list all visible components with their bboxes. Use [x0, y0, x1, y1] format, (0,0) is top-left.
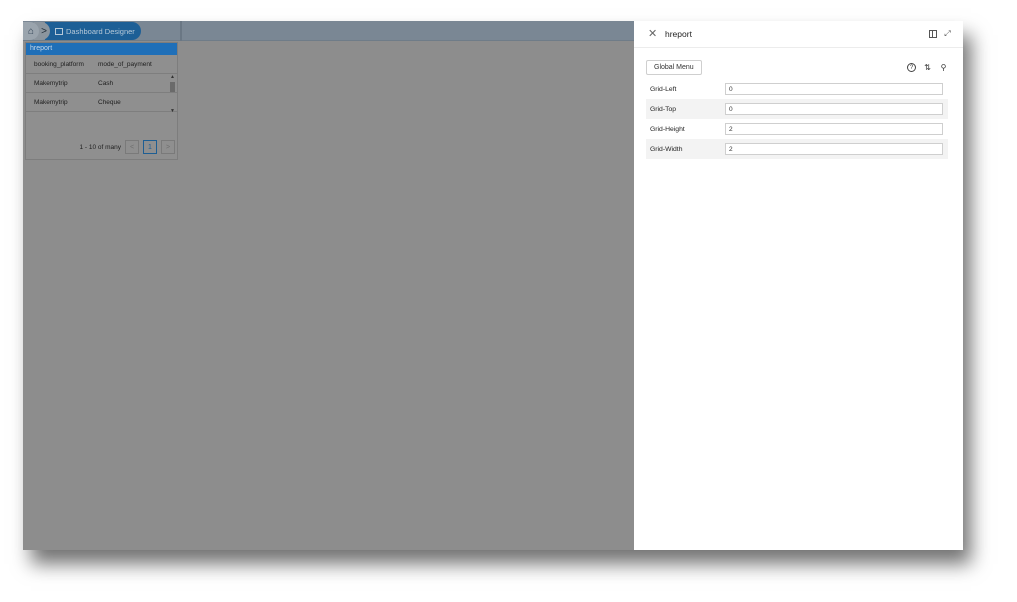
app-window: ⌂ > Dashboard Designer hreport booking_p… [23, 21, 963, 550]
help-icon[interactable]: ? [907, 63, 916, 72]
property-row-grid-left: Grid-Left [646, 79, 948, 99]
scroll-up-icon[interactable]: ▲ [170, 74, 175, 80]
drawer-header: ✕ hreport ⤢ [634, 21, 963, 48]
table-row[interactable]: Makemytrip Cheque [26, 93, 177, 112]
report-title: hreport [26, 43, 177, 55]
breadcrumb-dashboard-designer[interactable]: Dashboard Designer [45, 22, 141, 40]
drawer-toolbar: Global Menu ? ⇅ ⚲ [646, 60, 948, 76]
property-row-grid-height: Grid-Height [646, 119, 948, 139]
table-scrollbar[interactable]: ▲ ▼ [170, 74, 175, 114]
grid-top-input[interactable] [725, 103, 943, 115]
divider [180, 21, 182, 41]
top-strip: ⌂ > Dashboard Designer [23, 21, 634, 41]
grid-left-input[interactable] [725, 83, 943, 95]
table-cell: Cash [98, 79, 114, 87]
pagination: 1 - 10 of many < 1 > [26, 137, 179, 157]
column-header: mode_of_payment [98, 60, 152, 68]
scroll-thumb[interactable] [170, 82, 175, 92]
expand-icon[interactable]: ⤢ [943, 29, 952, 38]
next-page-button[interactable]: > [161, 140, 175, 154]
property-row-grid-width: Grid-Width [646, 139, 948, 159]
close-icon[interactable]: ✕ [648, 28, 657, 40]
prev-page-button[interactable]: < [125, 140, 139, 154]
home-icon: ⌂ [27, 25, 35, 37]
property-label: Grid-Left [650, 85, 677, 93]
table-cell: Makemytrip [34, 98, 68, 106]
report-widget[interactable]: hreport booking_platform mode_of_payment… [25, 42, 178, 160]
breadcrumb: ⌂ > Dashboard Designer [23, 21, 141, 41]
global-menu-button[interactable]: Global Menu [646, 60, 702, 75]
current-page-button[interactable]: 1 [143, 140, 157, 154]
chevron-right-icon: > [41, 25, 47, 37]
drawer-title: hreport [665, 29, 692, 39]
sort-icon[interactable]: ⇅ [923, 63, 932, 72]
property-label: Grid-Width [650, 145, 683, 153]
header-actions: ⤢ [929, 29, 952, 38]
grid-height-input[interactable] [725, 123, 943, 135]
property-list: Grid-Left Grid-Top Grid-Height Grid-Widt… [646, 79, 948, 159]
properties-drawer: ✕ hreport ⤢ Global Menu ? ⇅ ⚲ Grid-Left … [634, 21, 963, 550]
table-header: booking_platform mode_of_payment [26, 55, 177, 74]
property-label: Grid-Top [650, 105, 677, 113]
table-row[interactable]: Makemytrip Cash [26, 74, 177, 93]
toolbar-icons: ? ⇅ ⚲ [907, 63, 948, 72]
table-cell: Makemytrip [34, 79, 68, 87]
property-row-grid-top: Grid-Top [646, 99, 948, 119]
search-icon[interactable]: ⚲ [939, 63, 948, 72]
scroll-down-icon[interactable]: ▼ [170, 108, 175, 114]
breadcrumb-label: Dashboard Designer [66, 26, 135, 36]
table-cell: Cheque [98, 98, 121, 106]
property-label: Grid-Height [650, 125, 685, 133]
dimmed-canvas: ⌂ > Dashboard Designer hreport booking_p… [23, 21, 634, 550]
grid-width-input[interactable] [725, 143, 943, 155]
column-header: booking_platform [34, 60, 84, 68]
pagination-summary: 1 - 10 of many [79, 143, 121, 151]
dashboard-icon [55, 27, 63, 35]
panel-layout-icon[interactable] [929, 30, 937, 38]
